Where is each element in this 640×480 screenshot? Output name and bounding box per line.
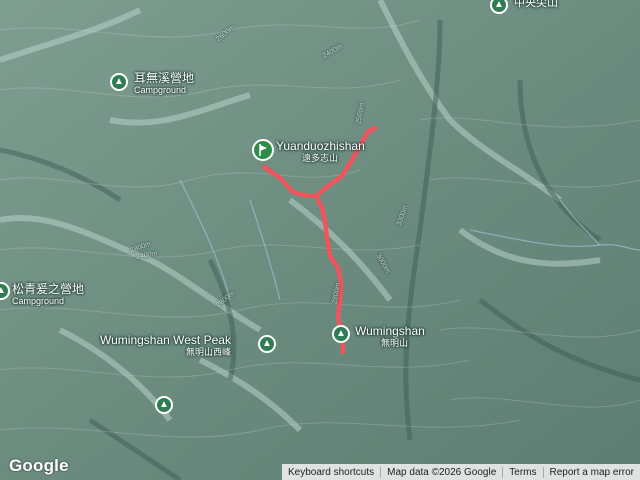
attribution-bar: Keyboard shortcuts Map data ©2026 Google… bbox=[281, 464, 640, 480]
google-logo: Google bbox=[9, 456, 69, 475]
terms-link[interactable]: Terms bbox=[502, 466, 542, 478]
campground-label[interactable]: 松青爰之營地 Campground bbox=[12, 283, 84, 307]
peak-label[interactable]: Wumingshan West Peak 無明山西峰 bbox=[100, 334, 231, 358]
route-layer bbox=[261, 125, 378, 355]
campground-label[interactable]: 耳無溪營地 Campground bbox=[134, 72, 194, 96]
peak-pin-icon[interactable]: ▲ bbox=[258, 335, 276, 353]
peak-label[interactable]: Wumingshan 無明山 bbox=[355, 325, 425, 349]
start-flag-icon[interactable] bbox=[252, 139, 274, 161]
campground-pin-icon[interactable]: ▲ bbox=[155, 396, 173, 414]
peak-label[interactable]: Yuanduozhishan 遠多志山 bbox=[276, 140, 365, 164]
report-error-link[interactable]: Report a map error bbox=[542, 466, 640, 478]
peak-pin-icon[interactable]: ▲ bbox=[332, 325, 350, 343]
peak-label[interactable]: 中央尖山 bbox=[514, 0, 558, 9]
flag-icon bbox=[259, 144, 267, 156]
keyboard-shortcuts-link[interactable]: Keyboard shortcuts bbox=[282, 467, 380, 478]
campground-pin-icon[interactable]: ▲ bbox=[110, 73, 128, 91]
map-canvas[interactable]: 2400m 2500m 2800m 2900m 2800m 2600m 2800… bbox=[0, 0, 640, 480]
map-data-text: Map data ©2026 Google bbox=[380, 466, 502, 478]
